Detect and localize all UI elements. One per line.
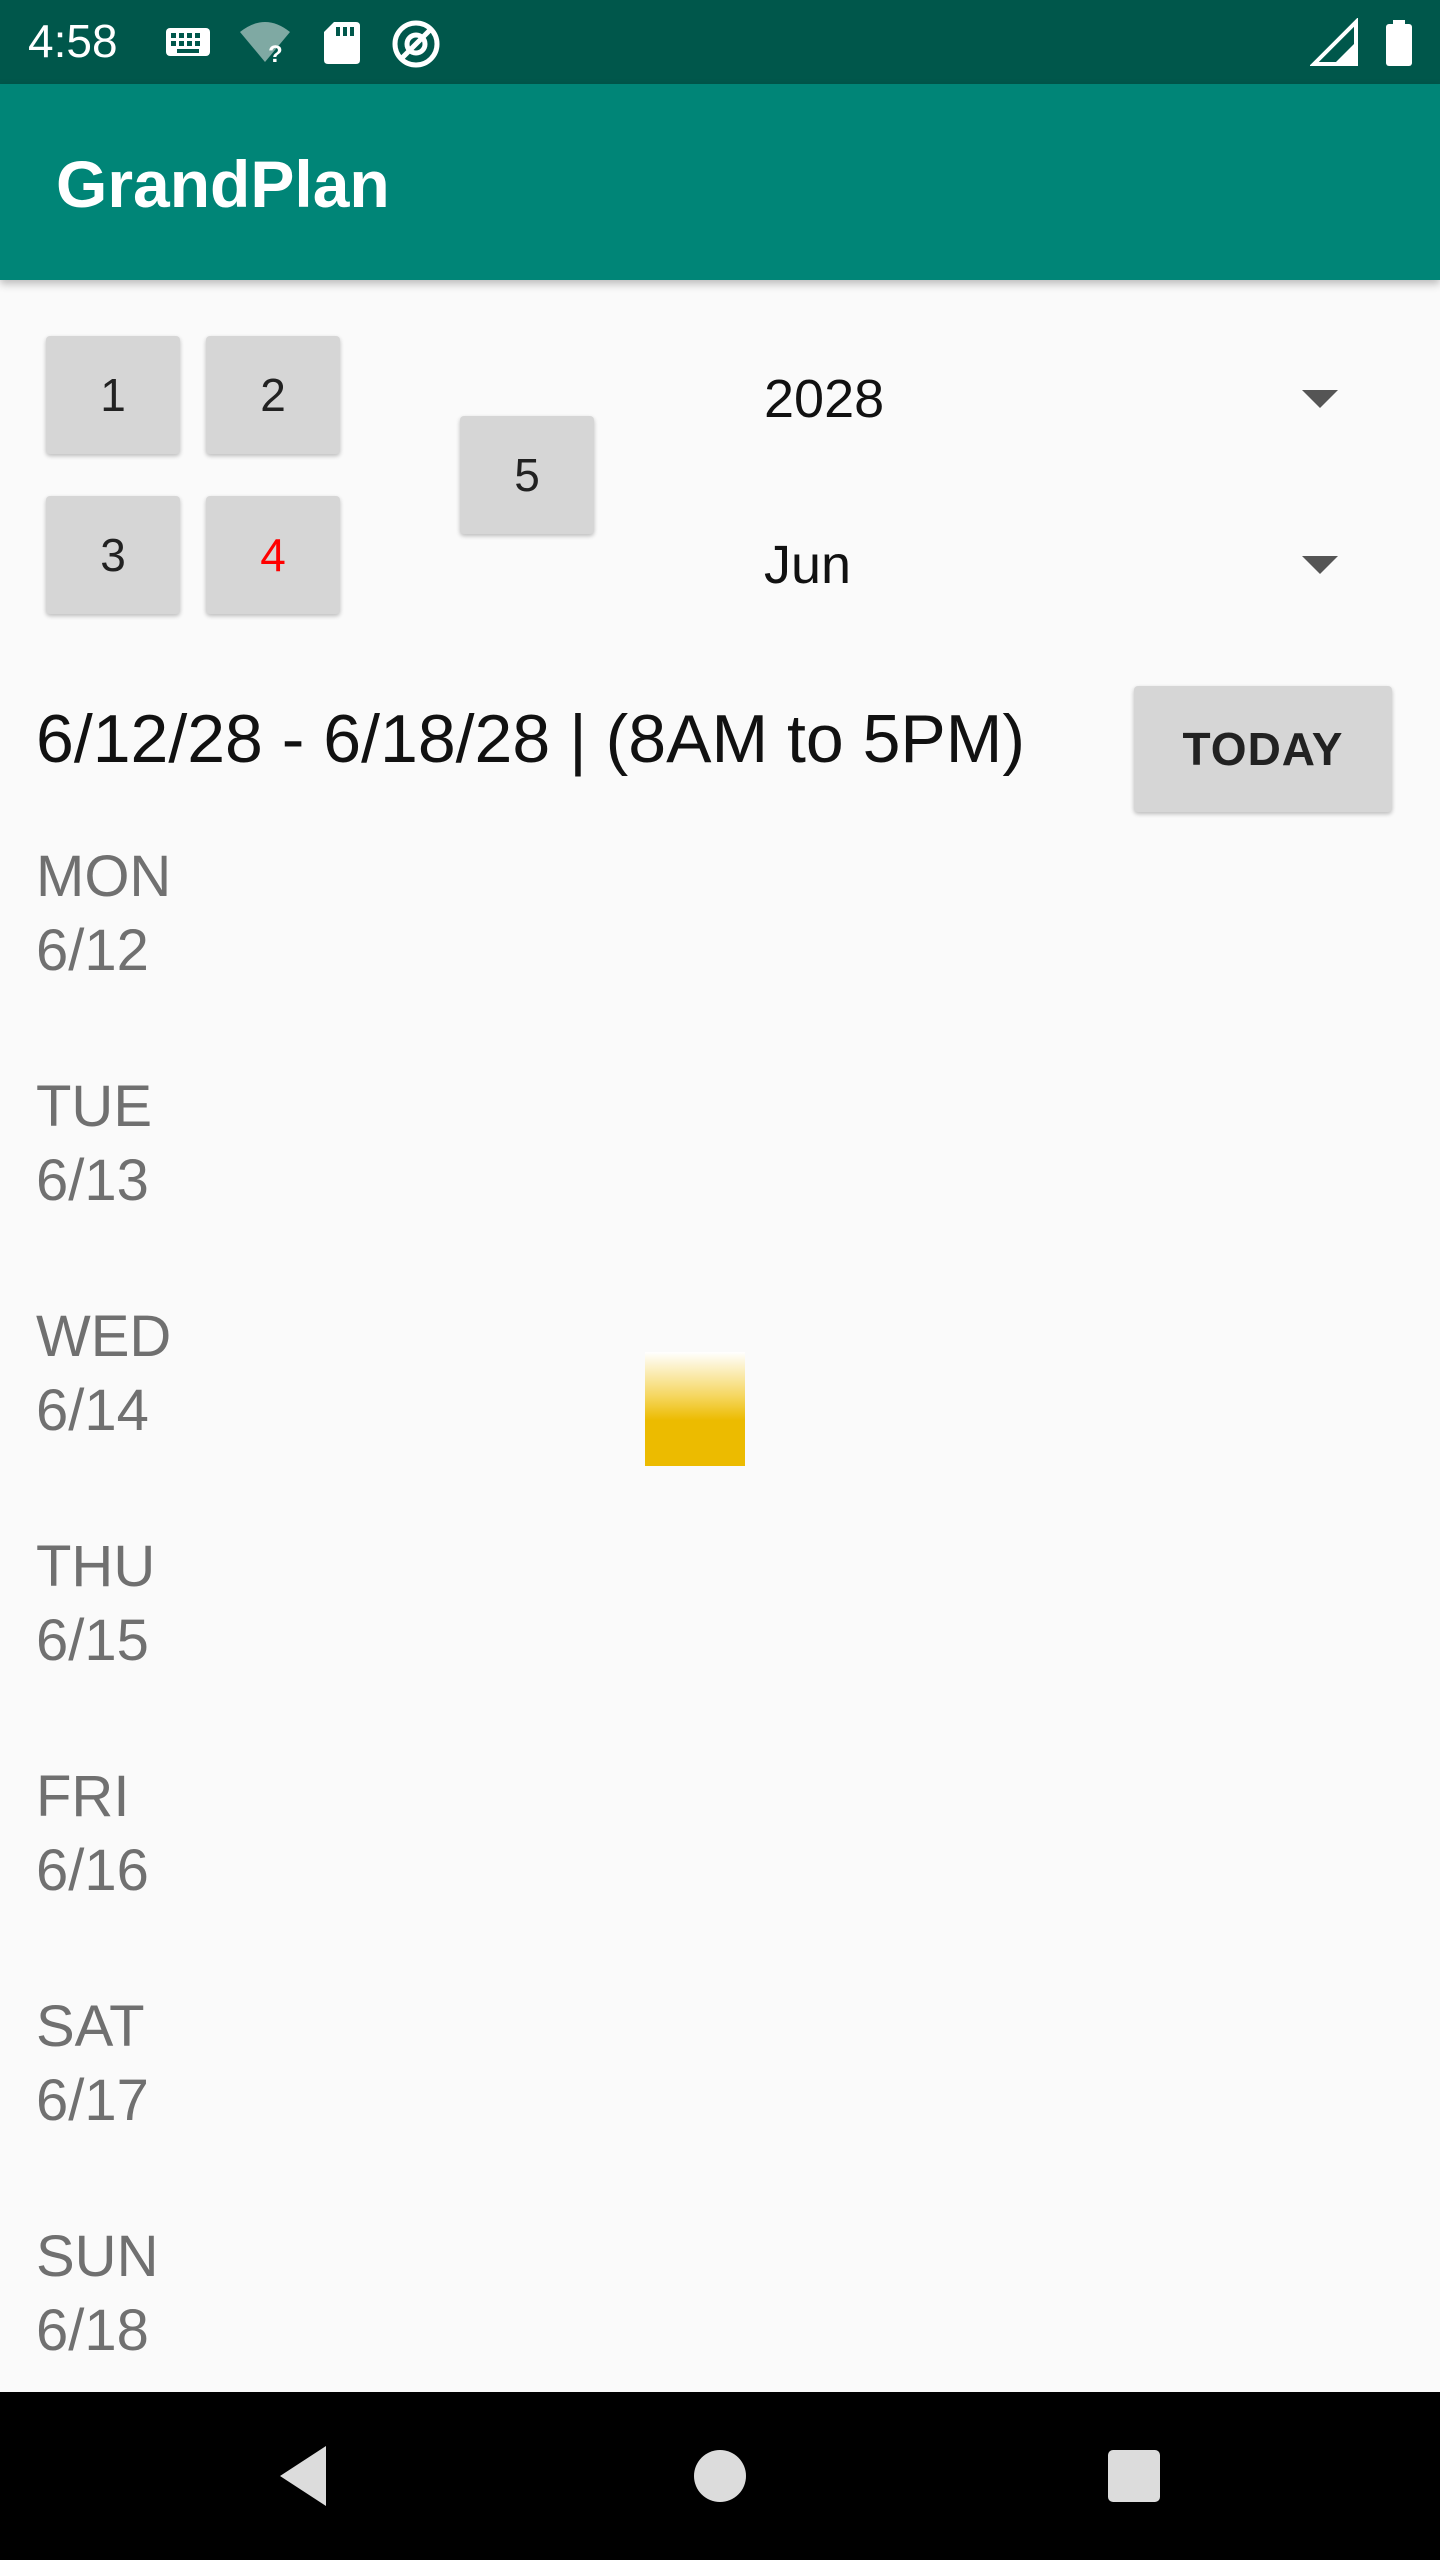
keyboard-icon <box>166 28 210 56</box>
day-name: TUE <box>36 1074 152 1139</box>
month-value: Jun <box>764 535 852 595</box>
view-5-button[interactable]: 5 <box>460 416 594 534</box>
view-4-button[interactable]: 4 <box>206 496 340 614</box>
do-not-disturb-icon <box>392 20 440 68</box>
year-dropdown-arrow-icon <box>1302 390 1338 408</box>
date-range-text: 6/12/28 - 6/18/28 | (8AM to 5PM) <box>36 701 1026 777</box>
battery-icon <box>1386 20 1412 66</box>
day-row-thu[interactable]: THU 6/15 <box>36 1530 155 1678</box>
view-3-button[interactable]: 3 <box>46 496 180 614</box>
svg-text:?: ? <box>268 41 283 66</box>
app-title: GrandPlan <box>56 147 390 221</box>
status-time: 4:58 <box>28 15 118 67</box>
day-date: 6/15 <box>36 1608 149 1673</box>
day-name: SAT <box>36 1994 145 2059</box>
day-name: WED <box>36 1304 172 1369</box>
day-row-tue[interactable]: TUE 6/13 <box>36 1070 152 1218</box>
day-row-mon[interactable]: MON 6/12 <box>36 840 171 988</box>
day-date: 6/18 <box>36 2298 149 2363</box>
day-date: 6/12 <box>36 918 149 983</box>
month-dropdown-arrow-icon <box>1302 556 1338 574</box>
day-date: 6/17 <box>36 2068 149 2133</box>
view-1-button[interactable]: 1 <box>46 336 180 454</box>
signal-icon <box>1310 18 1358 66</box>
status-bar: 4:58 ? <box>0 0 1440 84</box>
wifi-unknown-icon: ? <box>240 22 290 66</box>
day-name: THU <box>36 1534 156 1599</box>
day-date: 6/14 <box>36 1378 149 1443</box>
view-2-button[interactable]: 2 <box>206 336 340 454</box>
day-name: FRI <box>36 1764 130 1829</box>
app-bar: GrandPlan <box>0 84 1440 280</box>
navigation-bar <box>0 2392 1440 2560</box>
day-date: 6/13 <box>36 1148 149 1213</box>
year-value: 2028 <box>764 369 885 429</box>
sd-card-icon <box>324 22 360 64</box>
back-icon[interactable] <box>268 2436 348 2516</box>
day-row-wed[interactable]: WED 6/14 <box>36 1300 171 1448</box>
today-button[interactable]: TODAY <box>1134 686 1392 812</box>
day-row-sun[interactable]: SUN 6/18 <box>36 2220 158 2368</box>
recents-icon[interactable] <box>1094 2436 1174 2516</box>
day-name: SUN <box>36 2224 159 2289</box>
year-spinner[interactable]: 2028 <box>764 350 1364 450</box>
event-block[interactable] <box>645 1352 745 1466</box>
day-row-fri[interactable]: FRI 6/16 <box>36 1760 149 1908</box>
day-row-sat[interactable]: SAT 6/17 <box>36 1990 149 2138</box>
home-icon[interactable] <box>680 2436 760 2516</box>
month-spinner[interactable]: Jun <box>764 516 1364 616</box>
day-date: 6/16 <box>36 1838 149 1903</box>
day-name: MON <box>36 844 172 909</box>
